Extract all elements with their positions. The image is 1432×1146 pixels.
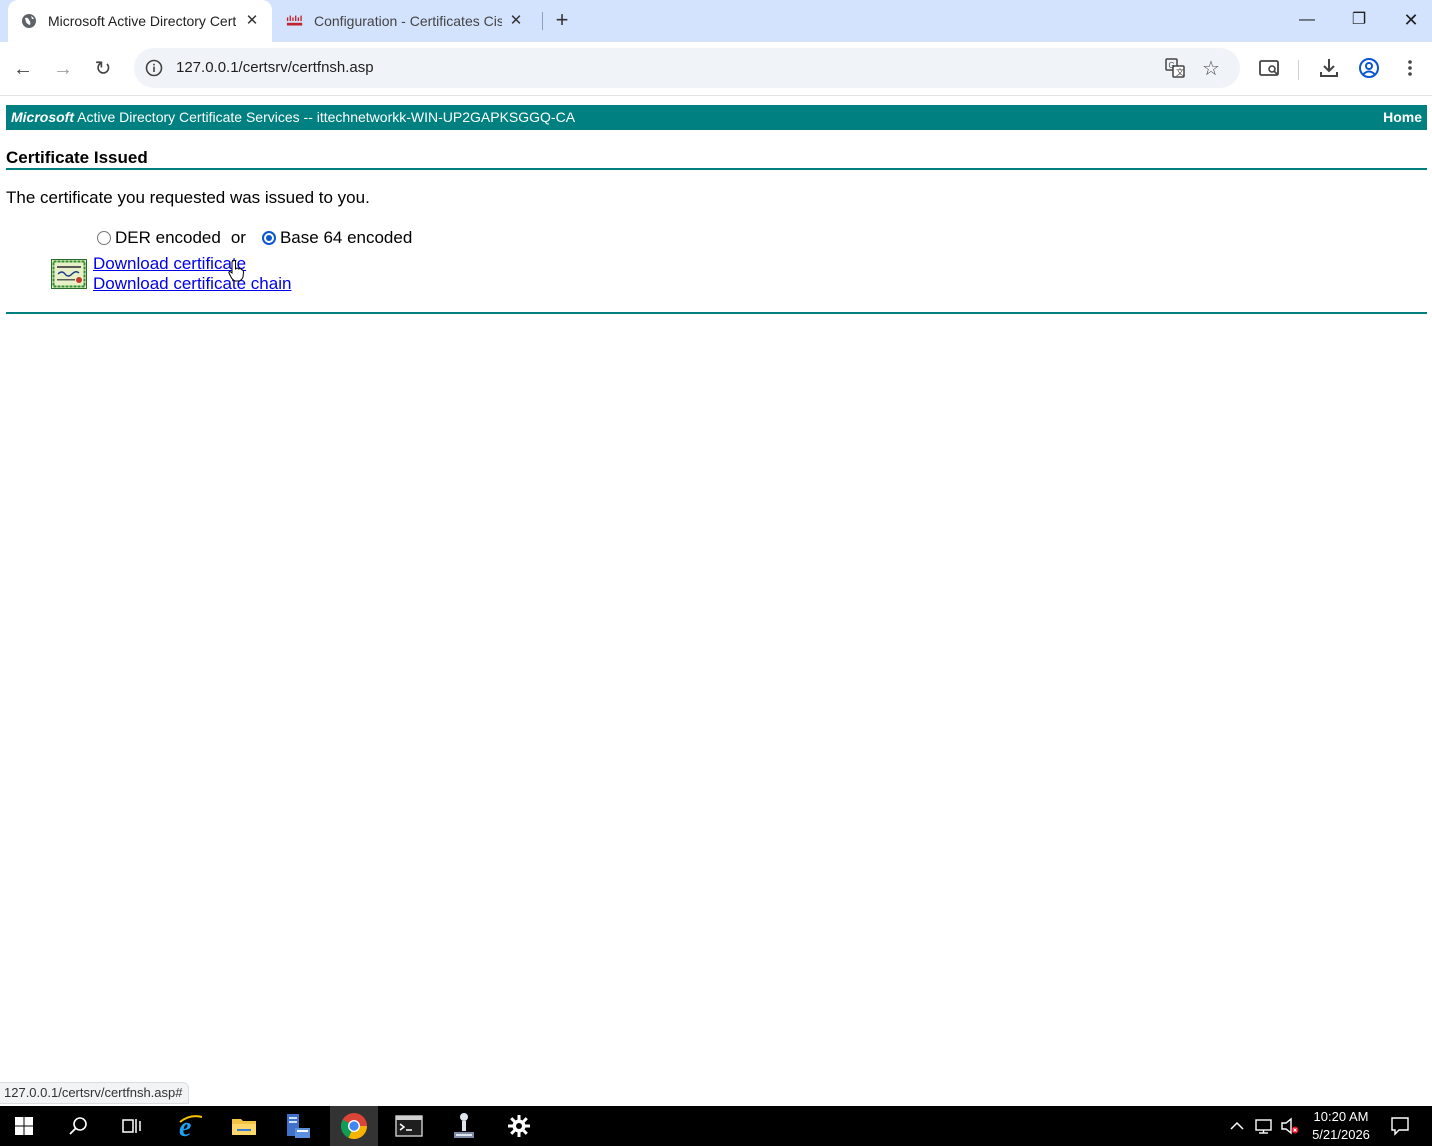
server-manager-icon[interactable] bbox=[274, 1106, 322, 1146]
globe-icon bbox=[20, 12, 38, 30]
page-title: Certificate Issued bbox=[6, 148, 148, 167]
back-arrow-icon[interactable]: ← bbox=[9, 55, 37, 83]
volume-muted-icon[interactable] bbox=[1280, 1117, 1300, 1135]
network-status-icon[interactable] bbox=[1254, 1117, 1274, 1135]
tray-chevron-up-icon[interactable] bbox=[1228, 1117, 1248, 1135]
url-text[interactable]: 127.0.0.1/certsrv/certfnsh.asp bbox=[176, 59, 374, 76]
clock[interactable]: 10:20 AM 5/21/2026 bbox=[1310, 1108, 1372, 1144]
site-info-icon[interactable] bbox=[144, 58, 164, 78]
profile-icon[interactable] bbox=[1357, 56, 1383, 82]
reload-icon[interactable]: ↻ bbox=[89, 55, 117, 83]
bottom-divider bbox=[6, 312, 1427, 314]
chrome-icon[interactable] bbox=[330, 1106, 378, 1146]
cisco-icon bbox=[286, 12, 304, 30]
download-certificate-chain-link[interactable]: Download certificate chain bbox=[93, 274, 291, 294]
address-bar[interactable]: 127.0.0.1/certsrv/certfnsh.asp G文 ☆ bbox=[134, 48, 1240, 88]
minimize-icon[interactable]: — bbox=[1285, 4, 1329, 36]
tab-title: Microsoft Active Directory Certi bbox=[48, 13, 236, 29]
header-brand: Microsoft bbox=[11, 109, 74, 125]
der-label[interactable]: DER encoded bbox=[115, 228, 221, 248]
issued-message: The certificate you requested was issued… bbox=[6, 188, 370, 207]
title-divider bbox=[6, 168, 1427, 170]
clock-date: 5/21/2026 bbox=[1312, 1127, 1370, 1142]
header-service: Active Directory Certificate Services bbox=[77, 109, 300, 125]
svg-text:G: G bbox=[1169, 61, 1175, 70]
task-view-icon[interactable] bbox=[108, 1106, 156, 1146]
tab-cisco-configuration[interactable]: Configuration - Certificates Cisc ✕ bbox=[280, 0, 536, 42]
download-certificate-link[interactable]: Download certificate bbox=[93, 254, 246, 274]
close-tab-icon[interactable]: ✕ bbox=[242, 11, 262, 31]
tab-separator bbox=[542, 12, 543, 30]
notification-center-icon[interactable] bbox=[1390, 1116, 1410, 1136]
toolbar-separator bbox=[1298, 60, 1299, 80]
encoding-options: DER encoded or Base 64 encoded bbox=[97, 228, 412, 248]
or-label: or bbox=[230, 228, 246, 247]
bookmark-star-icon[interactable]: ☆ bbox=[1202, 56, 1220, 81]
download-icon[interactable] bbox=[1317, 56, 1343, 82]
internet-explorer-icon[interactable]: e bbox=[166, 1106, 214, 1146]
more-menu-icon[interactable] bbox=[1398, 56, 1422, 82]
base64-label[interactable]: Base 64 encoded bbox=[280, 228, 412, 248]
certsrv-header-bar: Microsoft Active Directory Certificate S… bbox=[6, 105, 1427, 130]
home-link[interactable]: Home bbox=[1383, 105, 1422, 130]
network-tool-icon[interactable] bbox=[440, 1106, 488, 1146]
terminal-icon[interactable] bbox=[385, 1106, 433, 1146]
windows-taskbar: e 10:20 AM 5/21/2026 bbox=[0, 1106, 1432, 1146]
restore-icon[interactable]: ❐ bbox=[1337, 4, 1381, 36]
header-separator: -- bbox=[303, 109, 313, 125]
settings-gear-icon[interactable] bbox=[495, 1106, 543, 1146]
browser-toolbar: ← → ↻ 127.0.0.1/certsrv/certfnsh.asp G文 … bbox=[0, 42, 1432, 96]
close-tab-icon[interactable]: ✕ bbox=[506, 11, 526, 31]
header-ca-name: ittechnetworkk-WIN-UP2GAPKSGGQ-CA bbox=[316, 109, 576, 125]
clock-time: 10:20 AM bbox=[1313, 1109, 1369, 1124]
svg-text:文: 文 bbox=[1176, 67, 1184, 77]
base64-radio[interactable] bbox=[261, 231, 276, 245]
certificate-icon bbox=[51, 259, 87, 289]
tab-strip: Microsoft Active Directory Certi ✕ Confi… bbox=[0, 0, 1432, 42]
tab-title: Configuration - Certificates Cisc bbox=[314, 13, 502, 29]
reading-mode-icon[interactable] bbox=[1257, 56, 1283, 82]
search-icon[interactable] bbox=[54, 1106, 102, 1146]
hand-cursor-icon bbox=[228, 260, 245, 282]
file-explorer-icon[interactable] bbox=[220, 1106, 268, 1146]
tab-ad-certificate-services[interactable]: Microsoft Active Directory Certi ✕ bbox=[8, 0, 272, 42]
status-url-bubble: 127.0.0.1/certsrv/certfnsh.asp# bbox=[0, 1082, 190, 1104]
new-tab-icon[interactable]: + bbox=[550, 8, 574, 34]
close-window-icon[interactable]: ✕ bbox=[1389, 4, 1432, 36]
forward-arrow-icon[interactable]: → bbox=[49, 55, 77, 83]
der-radio[interactable] bbox=[97, 231, 111, 245]
start-button[interactable] bbox=[0, 1106, 48, 1146]
translate-icon[interactable]: G文 bbox=[1164, 57, 1186, 79]
